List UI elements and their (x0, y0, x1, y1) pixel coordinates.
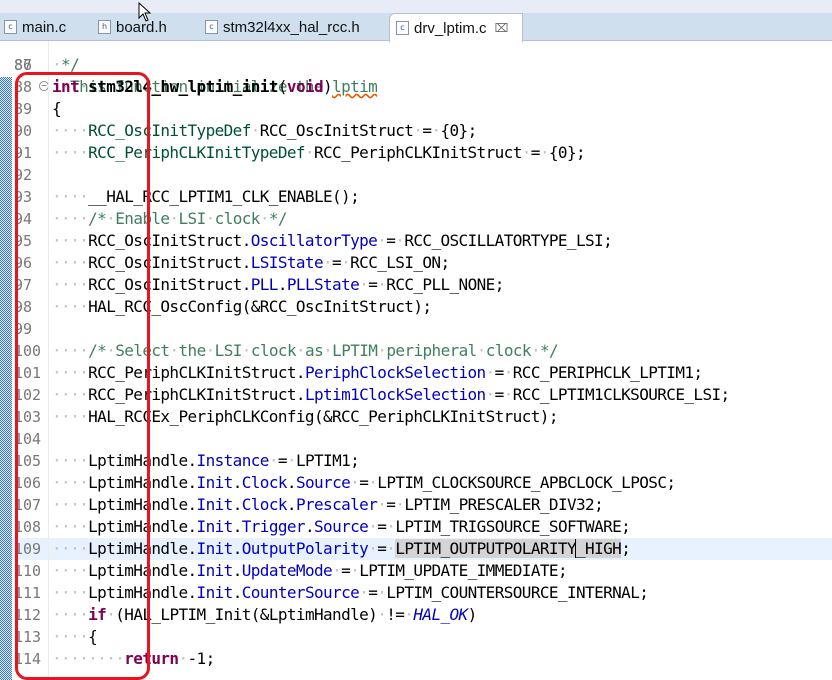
line-number: 97 (14, 276, 33, 294)
code-line: 105 ····LptimHandle.Instance·=·LPTIM1; (0, 450, 832, 472)
code-text: ····RCC_PeriphCLKInitTypeDef·RCC_PeriphC… (52, 143, 586, 162)
code-text: ····/*·Enable·LSI·clock·*/ (52, 209, 288, 228)
code-line: 96 ····RCC_OscInitStruct.LSIState·=·RCC_L… (0, 252, 832, 274)
code-line: 91 ····RCC_PeriphCLKInitTypeDef·RCC_Perip… (0, 142, 832, 164)
code-line: 98 ····HAL_RCC_OscConfig(&RCC_OscInitStru… (0, 296, 832, 318)
line-number: 110 (14, 562, 42, 580)
code-text: ·*/ (52, 55, 80, 74)
code-text: ····RCC_OscInitStruct.OscillatorType·=·R… (52, 231, 613, 250)
code-text: ····LptimHandle.Init.Trigger.Source·=·LP… (52, 517, 631, 536)
tab-label: drv_lptim.c (414, 19, 487, 37)
code-line: 110 ····LptimHandle.Init.UpdateMode·=·LPT… (0, 560, 832, 582)
close-tab-icon[interactable]: ⌧ (495, 21, 509, 35)
line-number: 108 (14, 518, 42, 536)
line-number: 94 (14, 210, 33, 228)
tab-stm32l4xx-hal-rcc-h[interactable]: c stm32l4xx_hal_rcc.h (205, 13, 360, 41)
code-text: ····RCC_PeriphCLKInitStruct.PeriphClockS… (52, 363, 703, 382)
code-line: 90 ····RCC_OscInitTypeDef·RCC_OscInitStru… (0, 120, 832, 142)
gutter-separator (48, 41, 49, 680)
line-number: 105 (14, 452, 42, 470)
code-text: ····RCC_PeriphCLKInitStruct.Lptim1ClockS… (52, 385, 730, 404)
line-number: 109 (14, 540, 42, 558)
line-number: 87 (14, 56, 33, 74)
h-file-icon: h (98, 20, 111, 34)
code-text: ····HAL_RCCEx_PeriphCLKConfig(&RCC_Perip… (52, 407, 558, 426)
code-text: ····LptimHandle.Init.OutputPolarity·=·LP… (52, 539, 631, 558)
line-number: 98 (14, 298, 33, 316)
tab-main-c[interactable]: c main.c (4, 13, 66, 41)
code-line: 101 ····RCC_PeriphCLKInitStruct.PeriphClo… (0, 362, 832, 384)
code-line: 99 (0, 318, 832, 340)
window-top-strip (0, 0, 832, 13)
line-number: 89 (14, 100, 33, 118)
code-text: ····/*·Select·the·LSI·clock·as·LPTIM·per… (52, 341, 559, 360)
code-line: 100 ····/*·Select·the·LSI·clock·as·LPTIM·… (0, 340, 832, 362)
code-text: ····LptimHandle.Init.Clock.Prescaler·=·L… (52, 495, 604, 514)
code-text: ····if·(HAL_LPTIM_Init(&LptimHandle)·!=·… (52, 605, 477, 624)
code-text: ········return·-1; (52, 649, 215, 668)
code-line: 108 ····LptimHandle.Init.Trigger.Source·=… (0, 516, 832, 538)
overview-ruler (0, 77, 12, 680)
line-number: 91 (14, 144, 33, 162)
line-number: 111 (14, 584, 42, 602)
line-number: 114 (14, 650, 42, 668)
code-text: int·stm32l4_hw_lptim_init(void) (52, 77, 333, 96)
code-line: 88− int·stm32l4_hw_lptim_init(void) (0, 76, 832, 98)
tab-board-h[interactable]: h board.h (98, 13, 167, 41)
line-number: 101 (14, 364, 42, 382)
line-number: 107 (14, 496, 42, 514)
code-text: ····LptimHandle.Init.UpdateMode·=·LPTIM_… (52, 561, 568, 580)
code-line: 113 ····{ (0, 626, 832, 648)
line-number: 95 (14, 232, 33, 250)
c-file-icon: c (205, 20, 218, 34)
code-text: ····HAL_RCC_OscConfig(&RCC_OscInitStruct… (52, 297, 432, 316)
code-line: 89 { (0, 98, 832, 120)
mouse-pointer-icon (138, 2, 152, 22)
line-number: 99 (14, 320, 33, 338)
code-line: 102 ····RCC_PeriphCLKInitStruct.Lptim1Clo… (0, 384, 832, 406)
code-line: 97 ····RCC_OscInitStruct.PLL.PLLState·=·R… (0, 274, 832, 296)
code-line: 103 ····HAL_RCCEx_PeriphCLKConfig(&RCC_Pe… (0, 406, 832, 428)
code-text: ····LptimHandle.Instance·=·LPTIM1; (52, 451, 360, 470)
line-number: 112 (14, 606, 42, 624)
code-text: ····RCC_OscInitStruct.LSIState·=·RCC_LSI… (52, 253, 450, 272)
tab-drv-lptim-c[interactable]: c drv_lptim.c ⌧ (389, 13, 523, 42)
line-number: 106 (14, 474, 42, 492)
code-line: 104 (0, 428, 832, 450)
code-line: 106 ····LptimHandle.Init.Clock.Source·=·L… (0, 472, 832, 494)
code-line: 93 ····__HAL_RCC_LPTIM1_CLK_ENABLE(); (0, 186, 832, 208)
line-number: 100 (14, 342, 42, 360)
code-line: 87 ·*/ (0, 54, 832, 76)
code-editor[interactable]: 86 ··This function initialize the lptim … (0, 41, 832, 680)
code-text: ····LptimHandle.Init.Clock.Source·=·LPTI… (52, 473, 676, 492)
code-line: 111 ····LptimHandle.Init.CounterSource·=·… (0, 582, 832, 604)
code-text: ····RCC_OscInitStruct.PLL.PLLState·=·RCC… (52, 275, 504, 294)
code-text: ····__HAL_RCC_LPTIM1_CLK_ENABLE(); (52, 187, 360, 206)
line-number: 90 (14, 122, 33, 140)
code-line: 112 ····if·(HAL_LPTIM_Init(&LptimHandle)·… (0, 604, 832, 626)
line-number: 103 (14, 408, 42, 426)
c-file-icon: c (4, 20, 17, 34)
code-text: ····RCC_OscInitTypeDef·RCC_OscInitStruct… (52, 121, 477, 140)
code-line: 86 ··This function initialize the lptim (0, 41, 832, 96)
code-text: ····{ (52, 627, 98, 646)
tab-label: main.c (22, 18, 67, 36)
code-line: 92 (0, 164, 832, 186)
code-line: 95 ····RCC_OscInitStruct.OscillatorType·=… (0, 230, 832, 252)
line-number: 104 (14, 430, 42, 448)
tab-label: stm32l4xx_hal_rcc.h (223, 18, 360, 36)
code-line: 107 ····LptimHandle.Init.Clock.Prescaler·… (0, 494, 832, 516)
code-line: 114 ········return·-1; (0, 648, 832, 670)
code-text: { (52, 99, 62, 118)
line-number: 96 (14, 254, 33, 272)
line-number: 92 (14, 166, 33, 184)
line-number: 113 (14, 628, 42, 646)
line-number: 102 (14, 386, 42, 404)
code-line: 109 ····LptimHandle.Init.OutputPolarity·=… (0, 538, 832, 560)
c-file-icon: c (396, 21, 409, 35)
code-line: 94 ····/*·Enable·LSI·clock·*/ (0, 208, 832, 230)
line-number: 93 (14, 188, 33, 206)
code-text: ····LptimHandle.Init.CounterSource·=·LPT… (52, 583, 649, 602)
